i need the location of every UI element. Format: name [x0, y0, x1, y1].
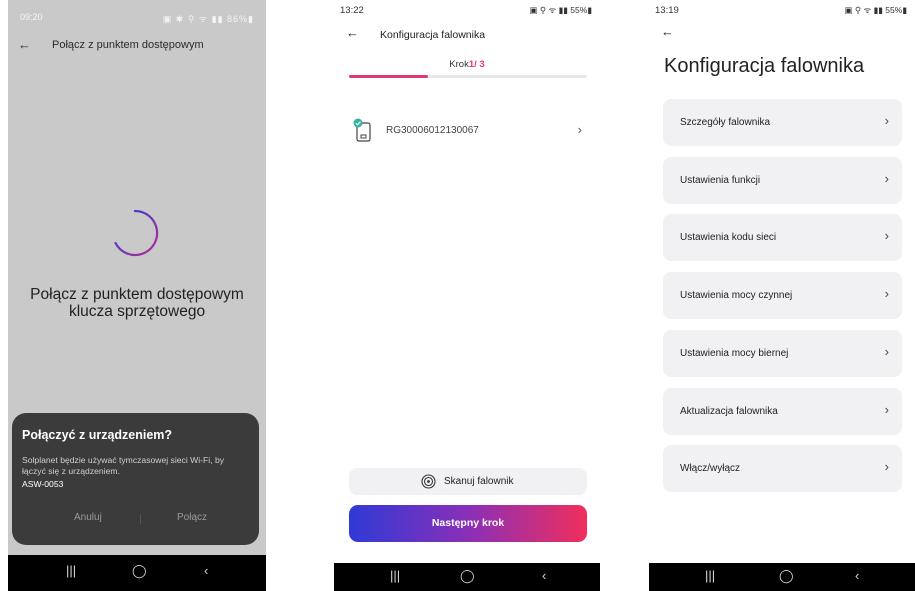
recent-apps-icon[interactable]: ||| [390, 568, 400, 583]
screen-connect-access-point: 09:20 ▣ ✱ ⚲ ᯤ ▮▮ 86%▮ ← Połącz z punktem… [8, 0, 266, 591]
menu-item-label: Ustawienia funkcji [680, 174, 761, 186]
menu-item[interactable]: Ustawienia funkcji › [663, 156, 902, 204]
status-time: 13:19 [655, 5, 679, 16]
app-header: ← Połącz z punktem dostępowym [18, 37, 256, 54]
connect-button[interactable]: Połącz [177, 512, 207, 523]
dialog-title: Połączyć z urządzeniem? [22, 428, 173, 442]
app-header: ← Konfiguracja falownika [346, 25, 588, 43]
connect-message: Połącz z punktem dostępowym klucza sprzę… [8, 286, 266, 320]
back-nav-icon[interactable]: ‹ [204, 563, 208, 578]
chevron-right-icon: › [884, 170, 889, 186]
menu-item-label: Włącz/wyłącz [680, 463, 741, 475]
status-bar: 13:22 ▣ ⚲ ᯤ ▮▮ 55%▮ [340, 5, 592, 19]
step-indicator: Krok1/ 3 [334, 59, 600, 70]
dialog-buttons: Anuluj Połącz [12, 512, 259, 526]
device-serial: RG30006012130067 [386, 125, 479, 136]
menu-item[interactable]: Ustawienia mocy czynnej › [663, 272, 902, 320]
recent-apps-icon[interactable]: ||| [705, 568, 715, 583]
menu-item[interactable]: Ustawienia kodu sieci › [663, 214, 902, 262]
back-arrow-icon[interactable]: ← [661, 24, 674, 39]
menu-item-label: Aktualizacja falownika [680, 405, 778, 417]
scan-target-icon [421, 474, 436, 489]
screen-inverter-config-menu: 13:19 ▣ ⚲ ᯤ ▮▮ 55%▮ ← Konfiguracja falow… [649, 0, 915, 591]
connect-message-line2: klucza sprzętowego [68, 303, 206, 320]
home-icon[interactable]: ◯ [779, 568, 794, 584]
back-arrow-icon[interactable]: ← [18, 37, 31, 52]
step-progress-bar [349, 75, 587, 78]
screen-inverter-config-step: 13:22 ▣ ⚲ ᯤ ▮▮ 55%▮ ← Konfiguracja falow… [334, 0, 600, 591]
system-nav-bar: ||| ◯ ‹ [8, 555, 266, 591]
status-bar: 09:20 ▣ ✱ ⚲ ᯤ ▮▮ 86%▮ [20, 12, 254, 26]
dialog-device-name: ASW-0053 [22, 479, 64, 489]
page-title: Konfiguracja falownika [664, 55, 865, 77]
chevron-right-icon: › [884, 343, 889, 359]
menu-item-label: Ustawienia mocy czynnej [680, 290, 793, 302]
scan-inverter-button[interactable]: Skanuj falownik [349, 468, 587, 495]
inverter-device-icon [353, 118, 371, 142]
next-step-label: Następny krok [431, 517, 505, 529]
home-icon[interactable]: ◯ [460, 568, 475, 584]
chevron-right-icon: › [884, 228, 889, 244]
chevron-right-icon: › [884, 286, 889, 302]
status-icons: ▣ ✱ ⚲ ᯤ ▮▮ 86%▮ [162, 14, 254, 24]
next-step-button[interactable]: Następny krok [349, 505, 587, 542]
cancel-button[interactable]: Anuluj [74, 512, 102, 523]
chevron-right-icon: › [884, 401, 889, 417]
button-divider [140, 514, 141, 524]
scan-inverter-label: Skanuj falownik [444, 476, 514, 487]
system-nav-bar: ||| ◯ ‹ [649, 563, 915, 591]
menu-item[interactable]: Szczegóły falownika › [663, 99, 902, 146]
menu-item[interactable]: Ustawienia mocy biernej › [663, 329, 902, 377]
step-progress-fill [349, 75, 428, 78]
loading-spinner-icon [114, 209, 159, 257]
status-time: 09:20 [20, 12, 43, 22]
device-list-item[interactable]: RG30006012130067 › [348, 116, 588, 144]
back-nav-icon[interactable]: ‹ [855, 568, 859, 583]
home-icon[interactable]: ◯ [132, 563, 147, 579]
menu-item-label: Szczegóły falownika [680, 117, 771, 128]
menu-item[interactable]: Włącz/wyłącz › [663, 445, 902, 493]
chevron-right-icon: › [577, 122, 582, 137]
chevron-right-icon: › [884, 459, 889, 475]
page-title: Konfiguracja falownika [380, 29, 486, 41]
step-label: Krok [449, 59, 469, 70]
status-icons: ▣ ⚲ ᯤ ▮▮ 55%▮ [844, 5, 907, 15]
back-arrow-icon[interactable]: ← [346, 25, 359, 40]
dialog-text: Solplanet będzie używać tymczasowej siec… [22, 455, 225, 476]
menu-item-label: Ustawienia mocy biernej [680, 347, 789, 359]
connect-message-line1: Połącz z punktem dostępowym [30, 286, 244, 303]
menu-item[interactable]: Aktualizacja falownika › [663, 387, 902, 435]
step-total: / 3 [474, 59, 485, 70]
recent-apps-icon[interactable]: ||| [66, 563, 76, 578]
system-nav-bar: ||| ◯ ‹ [334, 563, 600, 591]
page-title: Połącz z punktem dostępowym [52, 39, 204, 51]
menu-item-label: Ustawienia kodu sieci [680, 232, 777, 244]
status-time: 13:22 [340, 5, 364, 16]
back-nav-icon[interactable]: ‹ [542, 568, 546, 583]
status-bar: 13:19 ▣ ⚲ ᯤ ▮▮ 55%▮ [655, 5, 907, 19]
connect-device-dialog: Połączyć z urządzeniem? Solplanet będzie… [12, 413, 259, 545]
status-icons: ▣ ⚲ ᯤ ▮▮ 55%▮ [529, 5, 592, 15]
chevron-right-icon: › [884, 113, 889, 128]
